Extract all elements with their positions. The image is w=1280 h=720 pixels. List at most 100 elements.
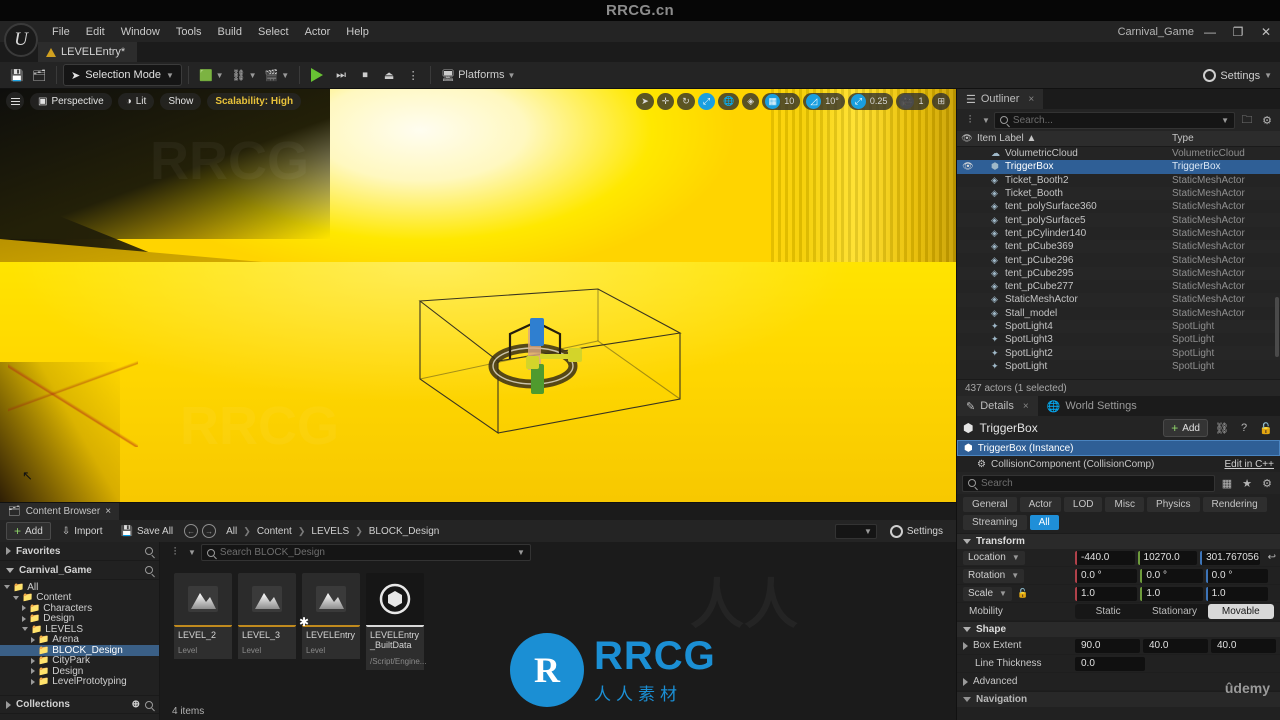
create-actor-icon[interactable]: 🟩 ▼: [195, 64, 228, 86]
settings-icon[interactable]: ⚙: [1259, 475, 1275, 491]
chevron-down-icon[interactable]: [22, 627, 28, 632]
outliner-row[interactable]: ◈ tent_polySurface5 StaticMeshActor: [957, 213, 1280, 227]
folder-tree[interactable]: 📁 All 📁 Content 📁 Characters 📁 Design 📁 LEVELS 📁 Ar…: [0, 580, 159, 689]
play-button[interactable]: [306, 64, 328, 86]
grid-snap-control[interactable]: ▦ 10: [762, 92, 801, 110]
favorites-section[interactable]: Favorites: [0, 542, 159, 561]
filter-chip-lod[interactable]: LOD: [1063, 497, 1103, 512]
asset-tile[interactable]: LEVELEntry_BuiltData/Script/Engine...: [366, 573, 426, 670]
folder-tree-node[interactable]: 📁 Content: [0, 592, 159, 603]
outliner-row[interactable]: ✦ SpotLight SpotLight: [957, 360, 1280, 373]
eject-button[interactable]: ⏏: [378, 64, 400, 86]
cinematics-icon[interactable]: 🎬 ▼: [260, 64, 293, 86]
search-icon[interactable]: [145, 566, 153, 574]
box-extent-z-input[interactable]: 40.0: [1211, 638, 1276, 653]
filter-chip-physics[interactable]: Physics: [1147, 497, 1200, 512]
eye-icon[interactable]: 👁: [957, 133, 977, 144]
outliner-scrollbar[interactable]: [1275, 297, 1279, 357]
lock-icon[interactable]: 🔓: [1258, 420, 1274, 436]
chevron-right-icon[interactable]: [22, 615, 26, 622]
minimize-button[interactable]: —: [1196, 21, 1224, 42]
unreal-logo-icon[interactable]: U: [4, 23, 38, 57]
scale-z-input[interactable]: 1.0: [1205, 586, 1268, 601]
outliner-row[interactable]: ◈ tent_pCube369 StaticMeshActor: [957, 240, 1280, 254]
folder-tree-node[interactable]: 📁 Arena: [0, 634, 159, 645]
settings-icon[interactable]: ⚙: [1259, 112, 1275, 128]
filter-icon[interactable]: ⫶: [167, 545, 183, 561]
selection-mode-dropdown[interactable]: ➤ Selection Mode ▼: [63, 64, 182, 86]
save-all-button[interactable]: 💾 Save All: [114, 522, 181, 540]
path-dropdown[interactable]: ▼: [834, 523, 877, 539]
tab-content-browser[interactable]: 🗂 Content Browser ×: [0, 503, 120, 520]
save-icon[interactable]: 💾: [6, 64, 28, 86]
asset-tile[interactable]: LEVEL_3 Level: [238, 573, 296, 670]
outliner-row[interactable]: 👁 ⬢ TriggerBox TriggerBox: [957, 160, 1280, 174]
details-filter-chips[interactable]: General Actor LOD Misc Physics Rendering Strea…: [957, 494, 1280, 533]
outliner-row[interactable]: ◈ tent_pCube296 StaticMeshActor: [957, 253, 1280, 266]
tab-outliner[interactable]: ☰ Outliner ×: [957, 89, 1044, 109]
mobility-movable[interactable]: Movable: [1207, 604, 1274, 619]
breadcrumb-item[interactable]: Content: [257, 526, 292, 537]
location-z-input[interactable]: 301.767056: [1200, 550, 1260, 565]
rotation-z-input[interactable]: 0.0 °: [1205, 568, 1268, 583]
outliner-row[interactable]: ◈ tent_polySurface360 StaticMeshActor: [957, 200, 1280, 213]
folder-tree-node[interactable]: 📁 Design: [0, 613, 159, 624]
mobility-static[interactable]: Static: [1075, 604, 1141, 619]
viewport-scalability-button[interactable]: Scalability: High: [207, 92, 302, 110]
breadcrumb-item[interactable]: BLOCK_Design: [369, 526, 440, 537]
browse-icon[interactable]: 🗂: [28, 64, 50, 86]
scale-x-input[interactable]: 1.0: [1075, 586, 1138, 601]
close-icon[interactable]: ×: [1023, 401, 1029, 412]
play-more-button[interactable]: ⋮: [402, 64, 424, 86]
translate-icon[interactable]: ✛: [656, 92, 675, 110]
menu-select[interactable]: Select: [250, 24, 297, 40]
chevron-right-icon[interactable]: [963, 641, 968, 650]
chevron-right-icon[interactable]: [31, 636, 35, 643]
angle-snap-control[interactable]: ◿ 10°: [803, 92, 845, 110]
outliner-row[interactable]: ◈ tent_pCube295 StaticMeshActor: [957, 266, 1280, 280]
chevron-right-icon[interactable]: [22, 605, 26, 612]
viewport-layout-icon[interactable]: ⊞: [932, 92, 950, 110]
folder-tree-node[interactable]: 📁 BLOCK_Design: [0, 645, 159, 656]
folder-tree-node[interactable]: 📁 LEVELS: [0, 624, 159, 635]
level-tab[interactable]: LEVELEntry*: [38, 42, 138, 62]
box-extent-y-input[interactable]: 40.0: [1143, 638, 1208, 653]
section-advanced[interactable]: Advanced: [957, 673, 1280, 691]
filter-chip-streaming[interactable]: Streaming: [963, 515, 1027, 530]
section-shape[interactable]: Shape: [957, 621, 1280, 637]
mobility-toggle-group[interactable]: Static Stationary Movable: [1075, 604, 1274, 619]
line-thickness-input[interactable]: 0.0: [1075, 656, 1145, 671]
menu-tools[interactable]: Tools: [168, 24, 210, 40]
scale-snap-control[interactable]: ⤢ 0.25: [847, 92, 894, 110]
outliner-list[interactable]: ☁ VolumetricCloud VolumetricCloud 👁 ⬢ Trigger…: [957, 147, 1280, 379]
maximize-button[interactable]: ❐: [1224, 21, 1252, 42]
search-icon[interactable]: [145, 547, 153, 555]
filter-chip-general[interactable]: General: [963, 497, 1017, 512]
tab-details[interactable]: ✎ Details ×: [957, 396, 1038, 416]
outliner-row[interactable]: ✦ SpotLight3 SpotLight: [957, 333, 1280, 346]
section-navigation[interactable]: Navigation: [957, 691, 1280, 707]
outliner-search-input[interactable]: Search... ▼: [993, 111, 1235, 129]
section-transform[interactable]: Transform: [957, 533, 1280, 549]
scale-icon[interactable]: ⤢: [697, 92, 716, 110]
chevron-down-icon[interactable]: ▼: [188, 548, 196, 557]
edit-in-cpp-link[interactable]: Edit in C++: [1225, 459, 1274, 470]
folder-tree-node[interactable]: 📁 LevelPrototyping: [0, 676, 159, 687]
chevron-right-icon[interactable]: [31, 668, 35, 675]
rotation-y-input[interactable]: 0.0 °: [1140, 568, 1203, 583]
chevron-down-icon[interactable]: ▼: [982, 116, 990, 125]
breadcrumb-item[interactable]: LEVELS: [311, 526, 349, 537]
menu-file[interactable]: File: [44, 24, 78, 40]
platforms-button[interactable]: 🖥 Platforms ▼: [437, 64, 519, 86]
project-section[interactable]: Carnival_Game: [0, 561, 159, 580]
rotation-x-input[interactable]: 0.0 °: [1075, 568, 1138, 583]
asset-tile[interactable]: ✱ LEVELEntry Level: [299, 573, 360, 670]
chevron-right-icon[interactable]: [31, 657, 35, 664]
level-viewport[interactable]: ▣ Perspective ◑ Lit Show Scalability: Hi…: [0, 89, 956, 502]
close-button[interactable]: ✕: [1252, 21, 1280, 42]
stop-button[interactable]: ⏹: [354, 64, 376, 86]
add-collection-icon[interactable]: ⊕: [132, 699, 140, 710]
eye-icon[interactable]: 👁: [961, 161, 975, 172]
outliner-row[interactable]: ◈ StaticMeshActor StaticMeshActor: [957, 293, 1280, 307]
search-icon[interactable]: [145, 700, 153, 709]
